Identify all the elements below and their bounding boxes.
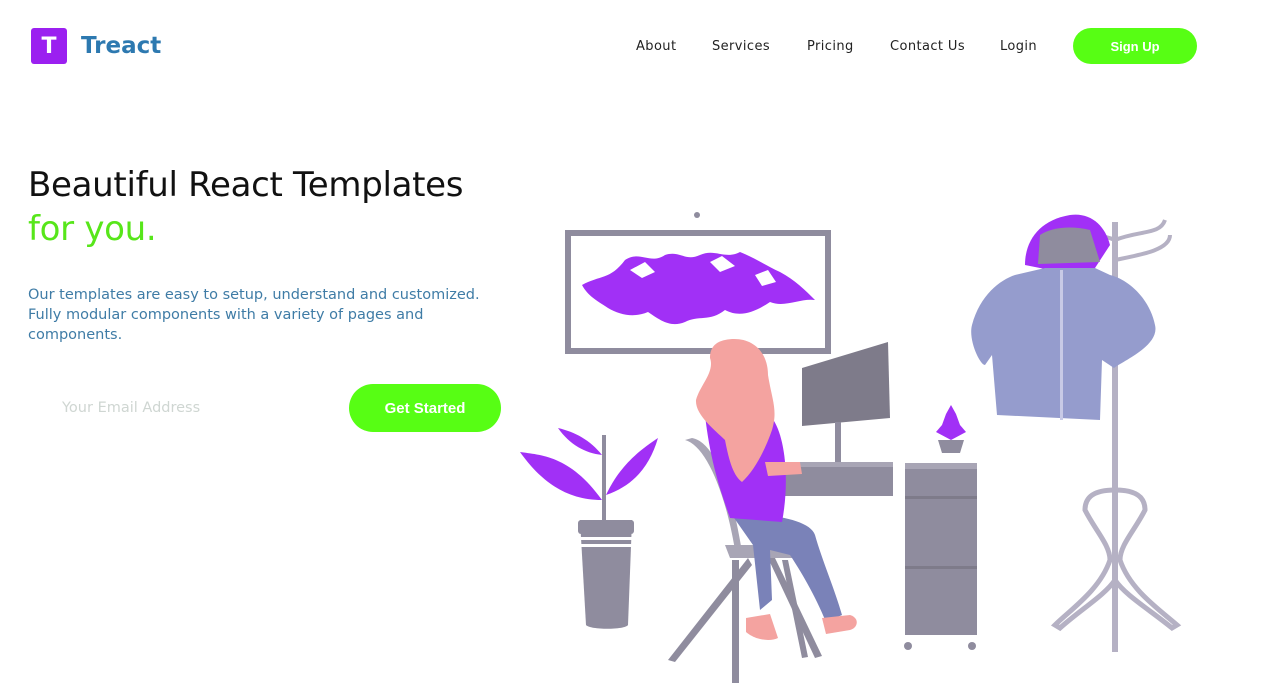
get-started-button[interactable]: Get Started [349,384,501,432]
nav-item-about[interactable]: About [636,39,676,54]
hero-description: Our templates are easy to setup, underst… [28,287,480,343]
hero-title: Beautiful React Templates for you. [28,163,464,251]
nav-item-pricing[interactable]: Pricing [807,39,854,54]
brand-name: Treact [81,33,162,59]
potted-plant [520,428,658,629]
brand-logo[interactable]: T Treact [31,28,161,64]
hero-title-main: Beautiful React Templates [28,165,464,205]
landing-page: T Treact About Services Pricing Contact … [0,0,1275,683]
email-input[interactable] [50,392,354,424]
nav-item-login[interactable]: Login [1000,39,1037,54]
sign-up-button[interactable]: Sign Up [1073,28,1197,64]
woman-at-desk-illustration [520,212,1182,683]
drawer-cabinet [904,405,977,650]
logo-icon: T [31,28,67,64]
wall-painting [565,212,831,354]
nav-item-contact-us[interactable]: Contact Us [890,39,965,54]
monitor [802,342,890,462]
hanging-coat [971,214,1156,420]
hero-title-accent: for you. [28,209,157,249]
nav-item-services[interactable]: Services [712,39,770,54]
